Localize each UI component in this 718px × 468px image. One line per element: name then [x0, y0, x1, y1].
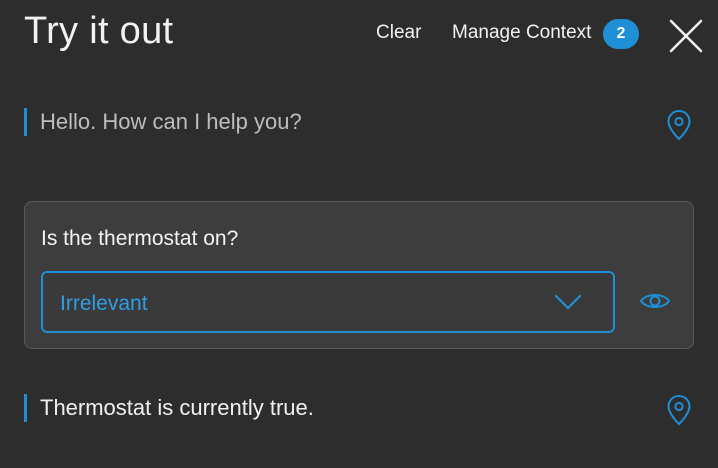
dropdown-selected-value: Irrelevant [60, 292, 148, 315]
panel-title: Try it out [24, 10, 174, 52]
panel-header: Try it out Clear Manage Context 2 [0, 0, 718, 70]
message-accent-bar [24, 108, 27, 136]
bot-message-text: Hello. How can I help you? [40, 109, 302, 134]
eye-icon[interactable] [639, 290, 671, 312]
manage-context-button[interactable]: Manage Context [452, 22, 591, 44]
question-text: Is the thermostat on? [41, 227, 239, 250]
close-button[interactable] [668, 18, 704, 54]
location-pin-icon[interactable] [666, 109, 692, 141]
chevron-down-icon [554, 294, 582, 310]
clear-button[interactable]: Clear [376, 22, 421, 44]
question-card: Is the thermostat on? Irrelevant [24, 201, 694, 349]
location-pin-icon[interactable] [666, 394, 692, 426]
bot-message-text: Thermostat is currently true. [40, 395, 314, 420]
answer-dropdown[interactable]: Irrelevant [41, 271, 615, 333]
message-accent-bar [24, 394, 27, 422]
close-icon [669, 19, 703, 53]
context-count-badge[interactable]: 2 [603, 19, 639, 49]
